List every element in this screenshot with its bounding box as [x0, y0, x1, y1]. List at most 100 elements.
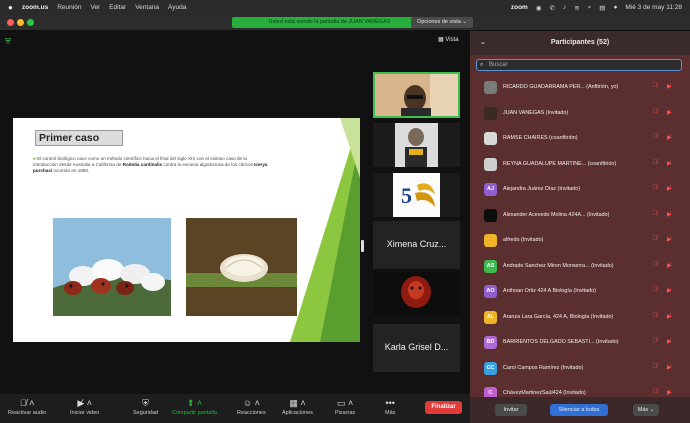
search-icon: ⌕	[480, 62, 484, 68]
spotlight-search-icon[interactable]: ⌕	[588, 4, 592, 12]
wifi-icon[interactable]: ≋	[574, 4, 579, 12]
video-off-icon: ▶̸	[667, 211, 672, 218]
menu-app-name[interactable]: zoom.us	[22, 4, 48, 11]
participant-name-label: Ximena Cruz...	[386, 239, 447, 249]
slide-text-part: contra la escama algodonosa de los cítri…	[162, 162, 255, 167]
profile-picture	[373, 272, 460, 316]
whiteboards-button[interactable]: ▭ ˄ Pizarras	[335, 398, 355, 416]
video-off-icon: ▶̸	[667, 339, 672, 345]
apps-icon: ▦ ˄	[289, 398, 306, 408]
person-video	[375, 74, 458, 116]
participant-row[interactable]: AL Aranza Lara García, 424 A, Biología (I…	[470, 305, 690, 330]
search-placeholder: Buscar	[489, 62, 508, 68]
menu-ventana[interactable]: Ventana	[135, 4, 159, 11]
notification-icon[interactable]: ●	[613, 4, 617, 11]
mic-muted-icon: 🎙̸	[653, 312, 658, 319]
close-window-button[interactable]	[7, 19, 14, 26]
mic-muted-icon: 🎙̸	[653, 338, 658, 344]
participant-name-label: Karla Grisel D...	[384, 342, 449, 352]
avatar: CC	[484, 361, 497, 375]
participant-name: REYNA GUADALUPE MARTINE... (coanfitrión)	[503, 160, 617, 167]
participant-name: Alejandra Juárez Díaz (Invitado)	[503, 186, 581, 192]
more-options-button[interactable]: Más ⌄	[633, 404, 659, 416]
whiteboard-icon: ▭ ˄	[336, 398, 354, 408]
participant-search-input[interactable]: ⌕ Buscar	[476, 59, 682, 71]
apple-icon[interactable]: ●	[8, 3, 13, 12]
participant-row[interactable]: RICARDO GUADARRAMA PER... (Anfitrión, yo…	[470, 75, 690, 100]
meeting-toolbar: 🎙̸ ˄ Reactivar audio ▶̸ ˄ Iniciar video …	[0, 394, 470, 423]
toolbar-label: Reacciones	[237, 410, 266, 416]
sound-icon[interactable]: ♪	[563, 4, 566, 11]
toolbar-label: Compartir pantalla	[172, 410, 217, 416]
unmute-audio-button[interactable]: 🎙̸ ˄ Reactivar audio	[8, 398, 46, 416]
video-thumbnail-karla[interactable]: Karla Grisel D...	[373, 324, 460, 372]
mic-muted-icon: 🎙̸	[653, 287, 658, 293]
toolbar-label: Iniciar video	[70, 410, 100, 416]
mic-muted-icon: 🎙̸	[653, 83, 658, 89]
participant-row[interactable]: alfredo (Invitado) 🎙̸ ▶̸	[470, 228, 690, 253]
participants-header: ⌄ Participantes (52)	[470, 31, 690, 55]
start-video-button[interactable]: ▶̸ ˄ Iniciar video	[70, 398, 99, 416]
security-button[interactable]: ⛨ Seguridad	[133, 398, 158, 416]
share-screen-icon: ⬆ ˄	[186, 398, 203, 408]
apps-button[interactable]: ▦ ˄ Aplicaciones	[282, 398, 313, 416]
menu-reunion[interactable]: Reunión	[57, 4, 81, 11]
participant-row[interactable]: BD BARRIENTOS DELGADO SEBASTI... (Invitad…	[470, 330, 690, 355]
participant-row[interactable]: Alexander Acevedo Molina 424A... (Invita…	[470, 203, 690, 228]
menu-ayuda[interactable]: Ayuda	[168, 4, 186, 11]
participant-row[interactable]: JUAN VANEGAS (Invitado) 🎙̸ ▶̸	[470, 101, 690, 126]
mute-all-button[interactable]: Silenciar a todos	[550, 404, 608, 416]
reactions-button[interactable]: ☺ ˄ Reacciones	[237, 398, 266, 416]
participant-row[interactable]: CC Carol Campos Ramírez (Invitado) 🎙̸ ▶̸	[470, 356, 690, 381]
video-off-icon: ▶̸	[667, 186, 672, 192]
avatar: AJ	[484, 183, 497, 196]
fullscreen-window-button[interactable]	[27, 19, 34, 26]
view-button[interactable]: ▦ Vista	[438, 36, 459, 43]
slide-text-species-1: Rodolia cardinalis	[122, 162, 163, 167]
panel-resize-handle[interactable]	[361, 240, 364, 252]
menu-ver[interactable]: Ver	[90, 4, 100, 11]
control-center-icon[interactable]: ▤	[599, 4, 605, 12]
participants-title: Participantes (52)	[550, 39, 610, 46]
participant-name: BARRIENTOS DELGADO SEBASTI... (Invitado)	[503, 339, 619, 345]
view-options-button[interactable]: Opciones de vista ⌄	[411, 17, 473, 28]
minimize-window-button[interactable]	[17, 19, 24, 26]
video-thumbnail[interactable]	[373, 123, 460, 167]
video-thumbnail[interactable]	[373, 272, 460, 316]
status-icon[interactable]: ◉	[536, 4, 542, 12]
avatar: BD	[484, 336, 497, 349]
participant-name: JUAN VANEGAS (Invitado)	[503, 109, 569, 116]
more-icon: •••	[385, 398, 395, 408]
video-off-icon: ▶̸	[667, 364, 672, 371]
video-off-icon: ▶̸	[667, 84, 672, 90]
participant-row[interactable]: AO Anthoan Ortiz 424 A Biología (Invitado…	[470, 279, 690, 304]
video-thumbnail-ximena[interactable]: Ximena Cruz...	[373, 221, 460, 269]
svg-text:5: 5	[401, 183, 412, 208]
mic-muted-icon: 🎙̸	[653, 363, 658, 370]
ladybug-photo	[53, 218, 171, 316]
video-thumbnail[interactable]: 5	[373, 173, 460, 217]
participant-row[interactable]: REYNA GUADALUPE MARTINE... (coanfitrión)…	[470, 152, 690, 177]
end-meeting-button[interactable]: Finalizar	[425, 401, 462, 414]
participant-name: Andrade Sanchez Miren Monserra... (Invit…	[503, 262, 614, 269]
mic-muted-icon: 🎙̸	[653, 185, 658, 191]
menu-editar[interactable]: Editar	[109, 4, 126, 11]
mic-muted-icon: 🎙̸ ˄	[19, 398, 35, 408]
video-off-icon: ▶̸	[667, 262, 672, 269]
participant-row[interactable]: RAMSE CHAIRES (coanfitrión) 🎙̸ ▶̸	[470, 126, 690, 151]
profile-picture	[373, 123, 460, 167]
participant-row[interactable]: AJ Alejandra Juárez Díaz (Invitado) 🎙̸ ▶̸	[470, 177, 690, 202]
invite-button[interactable]: Invitar	[495, 404, 527, 416]
chevron-down-icon[interactable]: ⌄	[480, 31, 486, 55]
phone-icon[interactable]: ✆	[550, 4, 555, 12]
menu-datetime[interactable]: Mié 3 de may 11:28	[625, 4, 682, 11]
avatar	[484, 132, 497, 145]
participant-row[interactable]: AS Andrade Sanchez Miren Monserra... (Inv…	[470, 254, 690, 279]
video-thumbnail-active[interactable]	[373, 72, 460, 118]
share-screen-button[interactable]: ⬆ ˄ Compartir pantalla	[172, 398, 217, 416]
shield-icon: ⛨	[142, 398, 149, 408]
avatar	[484, 81, 497, 94]
mic-muted-icon: 🎙̸	[653, 108, 658, 115]
more-button[interactable]: ••• Más	[385, 398, 395, 416]
encryption-shield-icon[interactable]: ⛨	[5, 37, 13, 46]
